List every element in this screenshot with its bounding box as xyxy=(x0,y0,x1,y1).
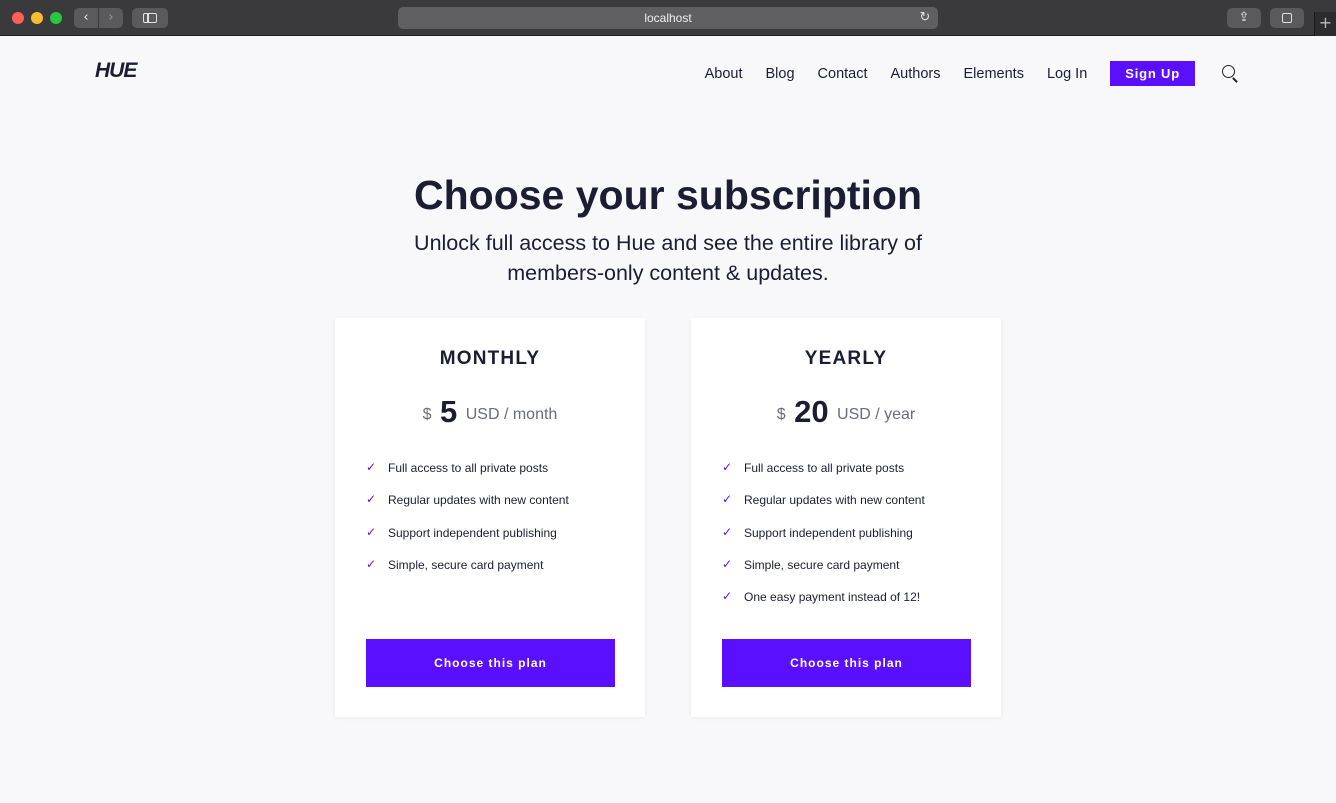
check-icon: ✓ xyxy=(722,589,733,604)
sidebar-toggle-button[interactable] xyxy=(132,8,168,28)
feature-item: ✓ Simple, secure card payment xyxy=(722,556,900,572)
feature-item: ✓ Regular updates with new content xyxy=(366,492,569,508)
choose-plan-button-monthly[interactable]: Choose this plan xyxy=(366,639,615,687)
sidebar-icon xyxy=(143,13,157,23)
choose-plan-button-yearly[interactable]: Choose this plan xyxy=(722,639,971,687)
signup-button[interactable]: Sign Up xyxy=(1110,61,1195,86)
close-window-button[interactable] xyxy=(12,12,24,24)
check-icon: ✓ xyxy=(366,492,377,507)
plan-price: $ 5 USD / month xyxy=(335,394,645,430)
check-icon: ✓ xyxy=(722,524,733,539)
check-icon: ✓ xyxy=(366,556,377,571)
plan-price: $ 20 USD / year xyxy=(691,394,1001,430)
feature-item: ✓ Full access to all private posts xyxy=(366,460,549,475)
feature-item: ✓ Support independent publishing xyxy=(722,524,913,540)
check-icon: ✓ xyxy=(722,492,733,507)
price-amount: 20 xyxy=(794,394,829,429)
chevron-right-icon[interactable]: › xyxy=(99,8,123,28)
feature-item: ✓ Regular updates with new content xyxy=(722,492,925,508)
price-period: USD / month xyxy=(465,406,558,423)
plan-name: YEARLY xyxy=(804,348,888,369)
check-icon: ✓ xyxy=(366,460,377,474)
feature-list: ✓ Full access to all private posts ✓ Regul… xyxy=(366,460,569,590)
address-bar[interactable]: localhost ↻ xyxy=(398,7,938,29)
check-icon: ✓ xyxy=(366,524,377,539)
url-text: localhost xyxy=(644,11,692,25)
feature-item: ✓ One easy payment instead of 12! xyxy=(722,589,921,605)
plan-name: MONTHLY xyxy=(439,348,541,369)
feature-item: ✓ Support independent publishing xyxy=(366,524,557,540)
check-icon: ✓ xyxy=(722,460,733,474)
price-amount: 5 xyxy=(440,394,458,429)
price-period: USD / year xyxy=(837,406,916,423)
plan-card-yearly: YEARLY $ 20 USD / year ✓ Full access to a… xyxy=(691,318,1001,717)
minimize-window-button[interactable] xyxy=(31,12,43,24)
price-currency: $ xyxy=(776,406,786,423)
zoom-window-button[interactable] xyxy=(50,12,62,24)
share-button[interactable]: ⇪ xyxy=(1227,8,1261,28)
check-icon: ✓ xyxy=(722,556,733,571)
site-logo[interactable]: HUE xyxy=(95,59,137,83)
tabs-icon xyxy=(1282,13,1292,23)
nav-item-blog[interactable]: Blog xyxy=(766,66,795,82)
search-icon[interactable] xyxy=(1222,64,1240,83)
nav-item-authors[interactable]: Authors xyxy=(891,66,941,82)
nav-item-contact[interactable]: Contact xyxy=(818,66,868,82)
feature-item: ✓ Simple, secure card payment xyxy=(366,556,544,572)
tab-overview-button[interactable] xyxy=(1270,8,1304,28)
plan-card-monthly: MONTHLY $ 5 USD / month ✓ Full access to … xyxy=(335,318,645,717)
nav-item-elements[interactable]: Elements xyxy=(964,66,1024,82)
chevron-left-icon[interactable]: ‹ xyxy=(74,8,98,28)
price-currency: $ xyxy=(422,406,432,423)
browser-toolbar: ‹ › localhost ↻ ⇪ + xyxy=(0,0,1336,36)
main-nav: About Blog Contact Authors Elements Log … xyxy=(705,61,1240,86)
feature-item: ✓ Full access to all private posts xyxy=(722,460,905,475)
page-subtitle: Unlock full access to Hue and see the en… xyxy=(414,231,922,285)
new-tab-button[interactable]: + xyxy=(1314,12,1336,36)
page-title: Choose your subscription xyxy=(414,172,922,218)
nav-item-login[interactable]: Log In xyxy=(1047,66,1087,82)
feature-list: ✓ Full access to all private posts ✓ Regul… xyxy=(722,460,925,622)
reload-icon[interactable]: ↻ xyxy=(917,7,933,29)
nav-item-about[interactable]: About xyxy=(705,66,743,82)
